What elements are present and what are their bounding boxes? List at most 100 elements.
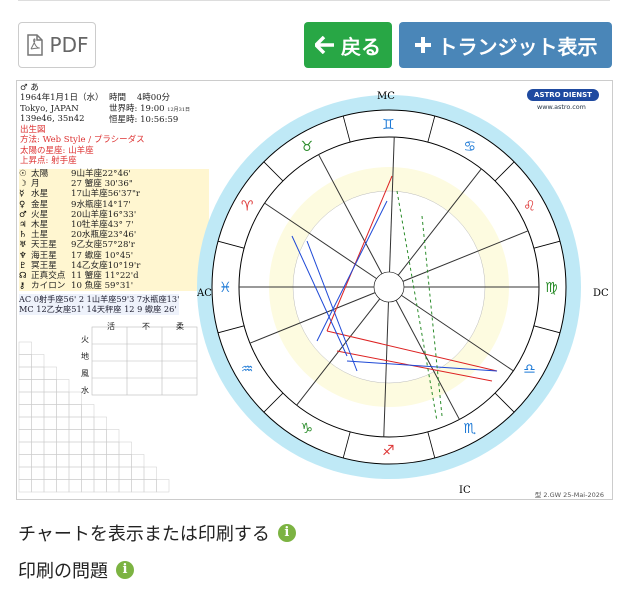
- ascendant: 上昇点: 射手座: [20, 156, 77, 167]
- ut-value: 19:00: [140, 103, 165, 114]
- info-icon[interactable]: i: [116, 561, 134, 579]
- col-cardinal: 活: [107, 322, 115, 331]
- aspect-cell: [18, 429, 32, 443]
- person-name: ♂ あ: [20, 83, 39, 93]
- aspect-cell: [93, 441, 107, 455]
- row-earth: 地: [81, 352, 89, 361]
- aspect-cell: [56, 379, 70, 393]
- aspect-cell: [56, 454, 70, 468]
- transit-button[interactable]: トランジット表示: [399, 22, 612, 68]
- planet-row: ♇ 冥王星 14乙女座10°19'r: [19, 260, 141, 271]
- aspect-cell: [93, 429, 107, 443]
- ac-label: AC: [197, 288, 212, 299]
- zodiac-sign-icon: ♎: [523, 362, 536, 378]
- planet-row: ☽ 月 27 蟹座 30'36": [19, 179, 133, 190]
- time-value: 4時00分: [136, 93, 171, 104]
- aspect-cell: [56, 466, 70, 480]
- angles-table: AC 0射手座56' 2 1山羊座59'3 7水瓶座13' MC 12乙女座51…: [19, 294, 180, 315]
- arrow-left-icon: [315, 36, 334, 54]
- row-air: 風: [81, 369, 89, 378]
- aspect-cell: [31, 454, 45, 468]
- aspect-cell: [56, 391, 70, 405]
- print-problem-link[interactable]: 印刷の問題 i: [18, 557, 134, 583]
- st-label: 恒星時:: [109, 115, 138, 126]
- aspect-cell: [68, 466, 82, 480]
- sun-sign: 太陽の星座: 山羊座: [20, 145, 94, 156]
- aspect-cell: [81, 429, 95, 443]
- aspect-cell: [31, 366, 45, 380]
- col-mutable: 柔: [176, 322, 184, 331]
- aspect-cell: [18, 341, 32, 355]
- aspect-cell: [31, 466, 45, 480]
- planet-table: ☉ 太陽 9山羊座22°46' ☽ 月 27 蟹座 30'36" ☿ 水星 17山羊座56'…: [19, 169, 209, 292]
- aspect-cell: [43, 404, 57, 418]
- planet-row: ♃ 木星 10牡羊座43° 7': [19, 220, 134, 231]
- aspect-cell: [18, 379, 32, 393]
- aspect-cell: [18, 454, 32, 468]
- chart-method: 出生図 方法: Web Style / プラシーダス 太陽の星座: 山羊座 上昇…: [20, 125, 145, 167]
- plus-icon: [414, 37, 431, 53]
- col-fixed: 不: [142, 322, 150, 331]
- aspect-cell: [43, 416, 57, 430]
- planet-row: ♂ 火星 20山羊座16°33': [19, 209, 137, 220]
- print-link[interactable]: チャートを表示または印刷する i: [18, 520, 296, 546]
- dc-label: DC: [593, 288, 609, 299]
- ut-label: 世界時:: [109, 103, 138, 114]
- zodiac-sign-icon: ♌: [523, 199, 536, 215]
- aspect-cell: [68, 404, 82, 418]
- pdf-button[interactable]: PDF: [18, 22, 96, 68]
- aspect-cell: [156, 479, 170, 493]
- transit-button-label: トランジット表示: [437, 34, 598, 59]
- zodiac-sign-icon: ♒: [241, 362, 254, 378]
- print-link-label[interactable]: チャートを表示または印刷する: [18, 520, 270, 546]
- aspect-cell: [81, 416, 95, 430]
- aspect-cell: [131, 466, 145, 480]
- print-problem-label[interactable]: 印刷の問題: [18, 557, 108, 583]
- back-button-label: 戻る: [341, 34, 381, 59]
- aspect-cell: [118, 454, 132, 468]
- chart-times: 時間 4時00分 世界時: 19:00 12月31日 恒星時: 10:56:59: [109, 93, 190, 125]
- aspect-cell: [56, 429, 70, 443]
- zodiac-sign-icon: ♋: [464, 139, 477, 155]
- aspect-cell: [43, 379, 57, 393]
- info-icon[interactable]: i: [277, 524, 296, 542]
- ic-label: IC: [459, 485, 471, 496]
- zodiac-sign-icon: ♏: [464, 421, 477, 437]
- aspect-cell: [68, 479, 82, 493]
- aspect-cell: [18, 416, 32, 430]
- ac-row: AC 0射手座56' 2 1山羊座59'3 7水瓶座13': [19, 294, 180, 304]
- chart-footer: 型 2.GW 25-Mai-2026: [534, 491, 604, 499]
- planet-row: ♀ 金星 9水瓶座14°17': [19, 199, 131, 210]
- st-value: 10:56:59: [140, 115, 179, 126]
- aspect-cell: [56, 416, 70, 430]
- aspect-cell: [68, 429, 82, 443]
- aspect-cell: [43, 391, 57, 405]
- aspect-cell: [106, 466, 120, 480]
- aspect-cell: [118, 479, 132, 493]
- zodiac-sign-icon: ♑: [301, 421, 314, 437]
- aspect-cell: [118, 441, 132, 455]
- back-button[interactable]: 戻る: [304, 22, 392, 68]
- aspect-cell: [93, 466, 107, 480]
- aspect-cell: [43, 454, 57, 468]
- planet-row: ♆ 海王星 17 蠍座 10°45': [19, 250, 134, 261]
- aspect-cell: [131, 479, 145, 493]
- zodiac-sign-icon: ♍: [545, 280, 558, 296]
- aspect-cell: [18, 391, 32, 405]
- planet-row: ☊ 正真交点 11 蟹座 11°22'd: [19, 271, 139, 282]
- aspect-cell: [81, 441, 95, 455]
- time-label: 時間: [109, 93, 127, 104]
- aspect-cell: [18, 466, 32, 480]
- aspect-cell: [43, 479, 57, 493]
- birth-date: 1964年1月1日（水）: [20, 93, 104, 104]
- aspect-cell: [93, 479, 107, 493]
- aspect-cell: [31, 416, 45, 430]
- mc-row: MC 12乙女座51' 14天秤座 12 9 蠍座 26': [19, 304, 177, 315]
- chart-image: ♂ あ 1964年1月1日（水） Tokyo, JAPAN 139e46, 35…: [16, 80, 613, 500]
- aspect-cell: [18, 354, 32, 368]
- row-water: 水: [81, 386, 89, 395]
- aspect-cell: [106, 441, 120, 455]
- aspect-cell: [43, 441, 57, 455]
- chart-type: 出生図: [20, 125, 46, 135]
- aspect-cell: [31, 391, 45, 405]
